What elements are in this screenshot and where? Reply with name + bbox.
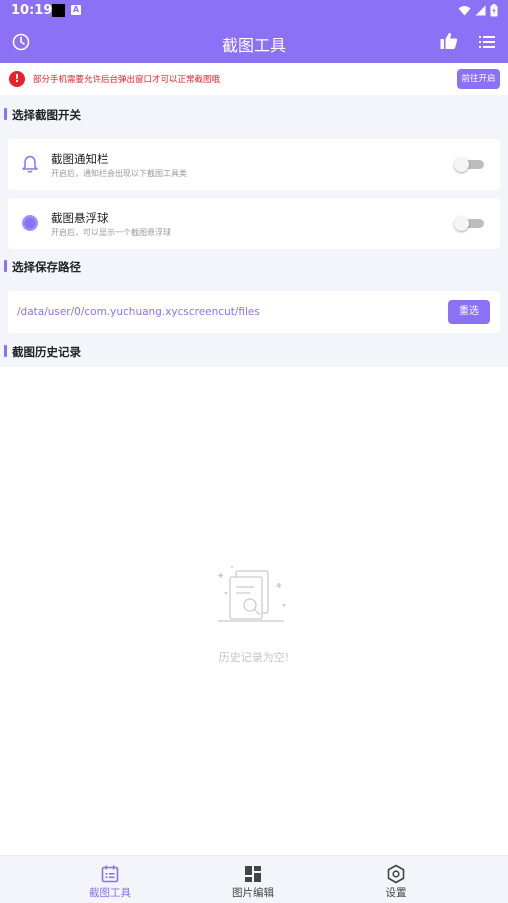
nav-label: 设置 bbox=[385, 887, 407, 899]
grid-icon bbox=[245, 866, 261, 882]
hexagon-settings-icon bbox=[387, 864, 405, 884]
history-list: 历史记录为空! bbox=[0, 367, 508, 855]
nav-item-screenshot-tool[interactable]: 截图工具 bbox=[50, 856, 170, 903]
reselect-button[interactable]: 重选 bbox=[448, 300, 490, 324]
card-notification-bar: 截图通知栏 开启后，通知栏会出现以下截图工具类 bbox=[8, 139, 500, 190]
card-title: 截图悬浮球 bbox=[51, 211, 109, 225]
card-save-path: /data/user/0/com.yuchuang.xycscreencut/f… bbox=[8, 291, 500, 333]
wifi-icon bbox=[458, 6, 471, 16]
status-bar: 10:19 A bbox=[0, 0, 508, 22]
nav-label: 截图工具 bbox=[89, 887, 131, 899]
floating-ball-toggle[interactable] bbox=[454, 216, 484, 231]
empty-document-icon bbox=[218, 566, 286, 622]
toggle-thumb bbox=[454, 157, 469, 172]
alert-icon: ! bbox=[9, 71, 25, 87]
thumbs-up-icon[interactable] bbox=[439, 31, 459, 51]
notification-bar-toggle[interactable] bbox=[454, 157, 484, 172]
permission-notice: ! 部分手机需要允许后台弹出窗口才可以正常截图哦 bbox=[0, 63, 508, 95]
toggle-thumb bbox=[454, 216, 469, 231]
nav-label: 图片编辑 bbox=[232, 887, 274, 899]
section-title-path: 选择保存路径 bbox=[4, 259, 81, 275]
page-title: 截图工具 bbox=[221, 36, 286, 55]
go-enable-button[interactable]: 前往开启 bbox=[457, 69, 500, 89]
list-menu-icon[interactable] bbox=[478, 33, 496, 51]
battery-icon bbox=[490, 4, 498, 17]
calendar-list-icon bbox=[101, 865, 119, 883]
notification-black-icon bbox=[52, 4, 65, 17]
notice-text: 部分手机需要允许后台弹出窗口才可以正常截图哦 bbox=[33, 75, 221, 85]
signal-icon bbox=[475, 5, 486, 16]
section-title-history: 截图历史记录 bbox=[4, 344, 81, 360]
card-floating-ball: 截图悬浮球 开启后，可以显示一个截图悬浮球 bbox=[8, 198, 500, 249]
card-title: 截图通知栏 bbox=[51, 152, 109, 166]
section-title-switch: 选择截图开关 bbox=[4, 107, 81, 123]
notification-a-icon: A bbox=[71, 5, 81, 15]
status-icons bbox=[458, 4, 498, 17]
nav-item-settings[interactable]: 设置 bbox=[336, 856, 456, 903]
bottom-nav: 截图工具 图片编辑 设置 bbox=[0, 855, 508, 903]
bell-icon bbox=[22, 155, 38, 173]
card-desc: 开启后，可以显示一个截图悬浮球 bbox=[51, 228, 171, 237]
status-time: 10:19 bbox=[11, 3, 53, 18]
nav-item-image-edit[interactable]: 图片编辑 bbox=[193, 856, 313, 903]
save-path-value: /data/user/0/com.yuchuang.xycscreencut/f… bbox=[17, 306, 260, 318]
card-desc: 开启后，通知栏会出现以下截图工具类 bbox=[51, 169, 187, 178]
app-bar: 截图工具 bbox=[0, 22, 508, 63]
floating-ball-icon bbox=[22, 215, 38, 231]
empty-history-text: 历史记录为空! bbox=[218, 651, 290, 664]
